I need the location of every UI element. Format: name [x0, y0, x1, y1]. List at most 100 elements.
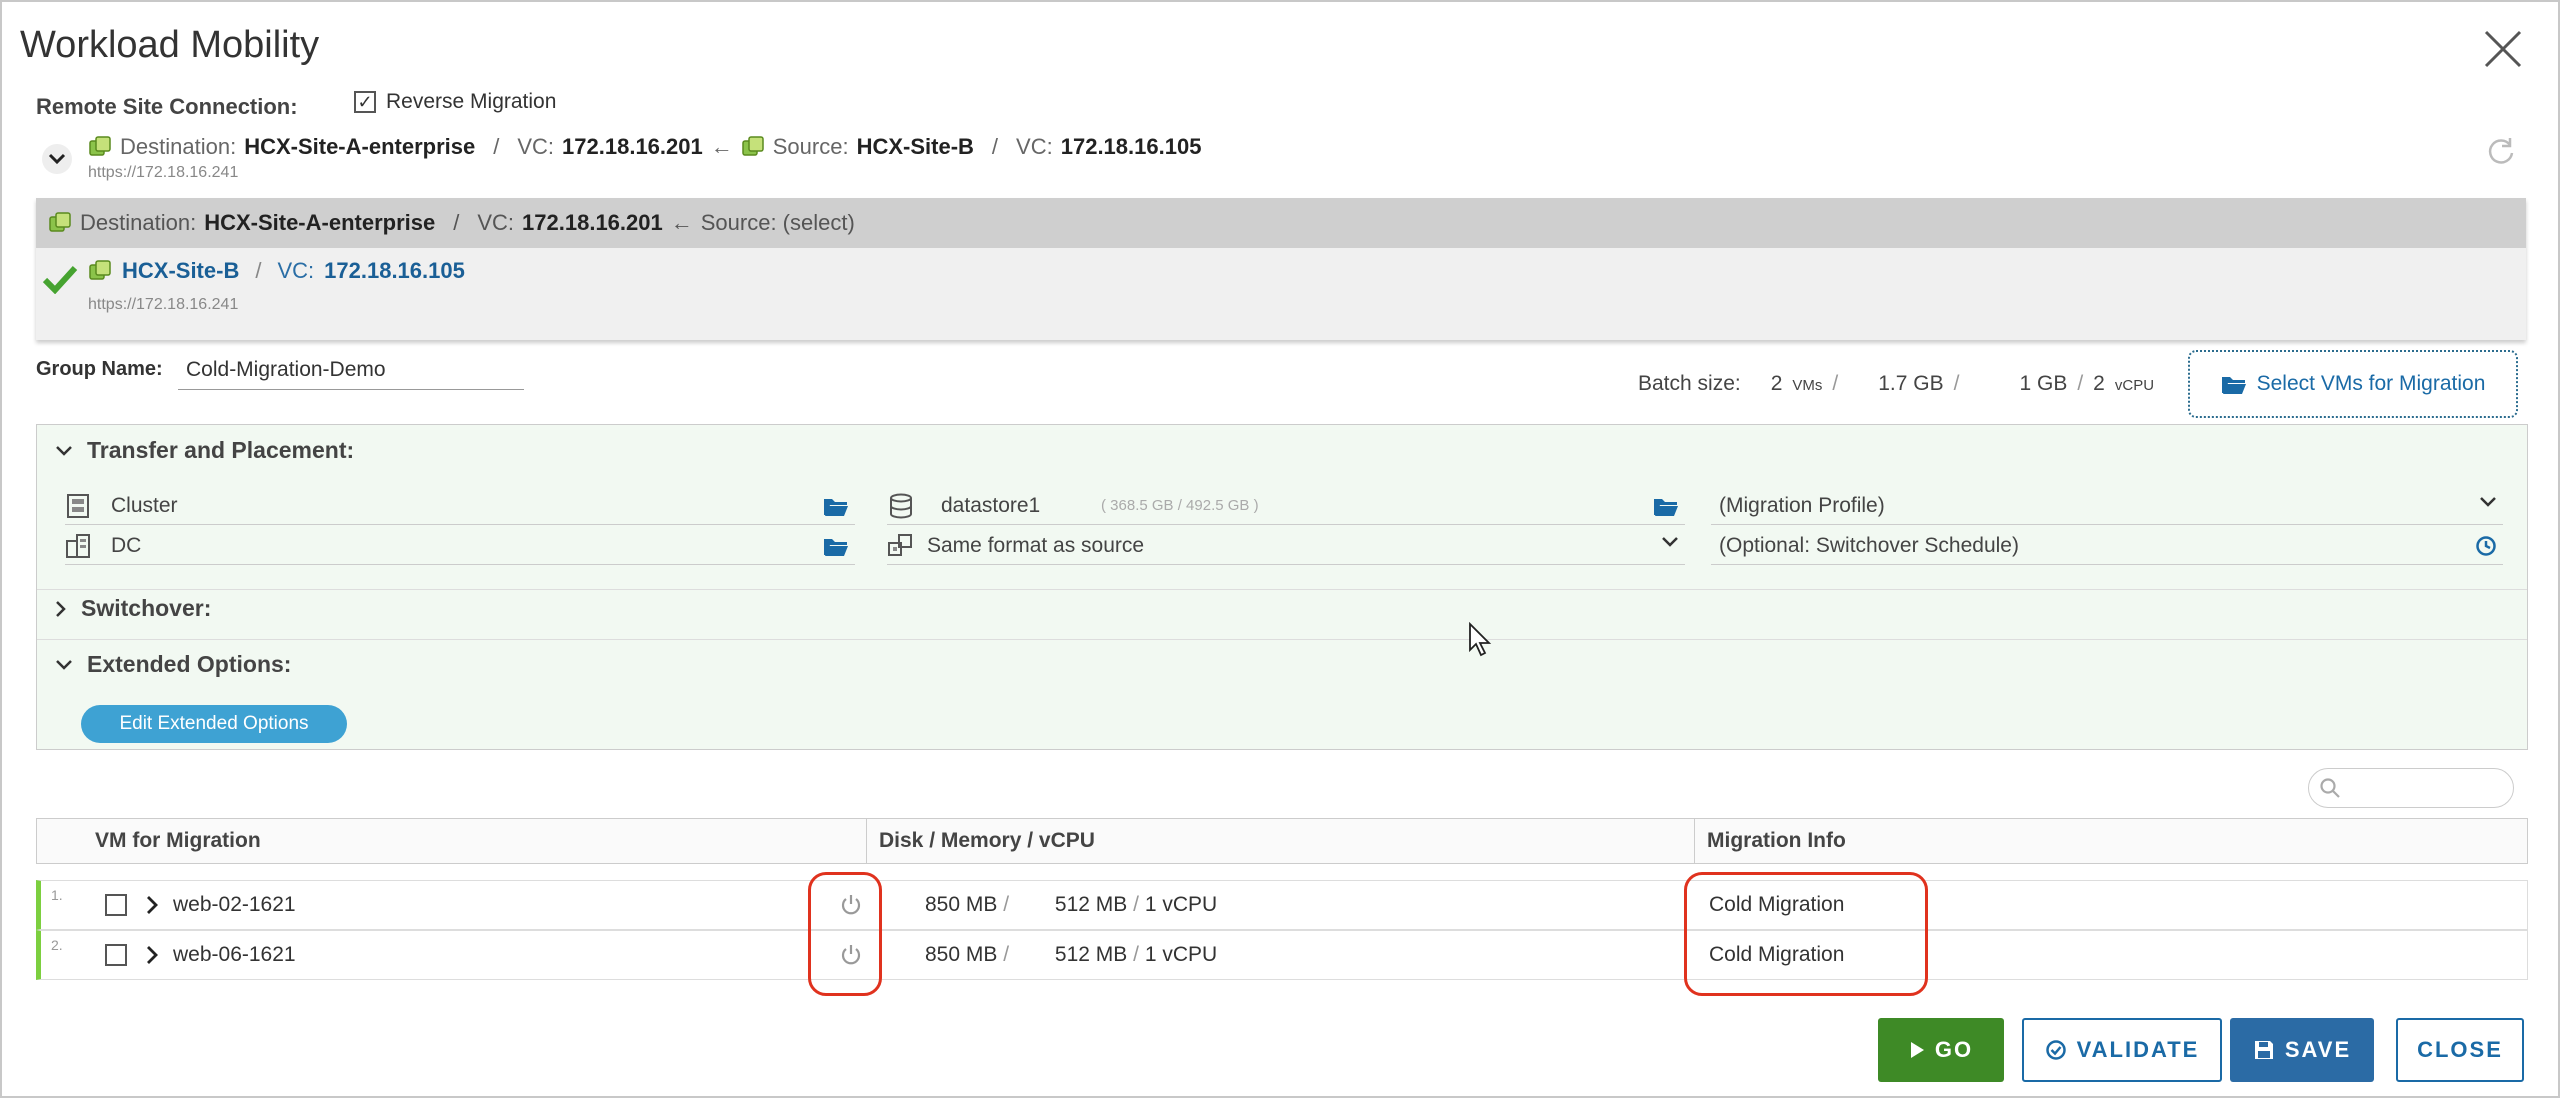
group-name-input[interactable] [178, 350, 524, 390]
item-url: https://172.18.16.241 [88, 296, 239, 313]
vcenter-icon [89, 136, 111, 156]
reverse-migration-label: Reverse Migration [386, 90, 557, 113]
mouse-cursor-icon [1469, 622, 1492, 657]
vc-label: VC: [517, 134, 555, 159]
chevron-right-icon[interactable] [145, 944, 159, 966]
close-icon[interactable] [2476, 22, 2530, 76]
batch-vms-unit: VMs [1792, 377, 1823, 394]
batch-disk: 1.7 GB [1878, 372, 1944, 395]
cluster-field[interactable]: Cluster [65, 487, 855, 525]
check-circle-icon [2045, 1040, 2066, 1060]
divider [37, 589, 2527, 590]
separator: / [1133, 943, 1139, 966]
separator: / [991, 134, 999, 159]
clock-icon[interactable] [2475, 535, 2497, 557]
vc-label: VC: [1016, 134, 1053, 159]
dc-value: DC [111, 533, 142, 557]
transfer-section-header[interactable]: Transfer and Placement: [55, 437, 354, 464]
dest-site: HCX-Site-A-enterprise [244, 134, 476, 159]
separator: / [493, 134, 500, 159]
dest-site: HCX-Site-A-enterprise [204, 210, 436, 235]
remote-connection-selector[interactable]: Destination: HCX-Site-A-enterprise / VC:… [36, 130, 2536, 190]
checkbox-checked-icon[interactable]: ✓ [354, 91, 376, 113]
chevron-down-icon[interactable] [42, 144, 72, 174]
dest-label: Destination: [80, 210, 197, 235]
batch-label: Batch size: [1638, 372, 1741, 395]
vcenter-icon [49, 212, 71, 232]
go-label: GO [1934, 1037, 1974, 1062]
vc-label: VC: [477, 210, 515, 235]
grid-spacer [36, 864, 2528, 880]
select-vms-label: Select VMs for Migration [2256, 372, 2486, 395]
profile-value: (Migration Profile) [1719, 493, 1885, 517]
floppy-disk-icon [2254, 1041, 2273, 1059]
source-site: HCX-Site-B [856, 134, 974, 159]
folder-open-icon [2221, 377, 2246, 394]
source-vc: 172.18.16.105 [1060, 134, 1202, 159]
vc-label: VC: [277, 258, 315, 283]
batch-vms: 2 [1770, 372, 1783, 395]
remote-site-label: Remote Site Connection: [36, 94, 298, 119]
table-row[interactable]: 1. web-02-1621 850 MB / 512 MB / 1 vCPU … [36, 880, 2528, 930]
column-header-vm[interactable]: VM for Migration [37, 819, 867, 863]
validate-label: VALIDATE [2076, 1037, 2200, 1062]
disk-format-icon [888, 534, 912, 556]
validate-button[interactable]: VALIDATE [2022, 1018, 2222, 1082]
select-vms-button[interactable]: Select VMs for Migration [2188, 350, 2518, 418]
batch-memory: 1 GB [2019, 372, 2068, 395]
row-checkbox[interactable] [105, 944, 127, 966]
group-name-label: Group Name: [36, 358, 163, 380]
separator: / [255, 258, 262, 283]
divider [37, 639, 2527, 640]
grid-search-input[interactable] [2308, 768, 2514, 808]
datastore-icon [890, 493, 912, 519]
column-header-resources[interactable]: Disk / Memory / vCPU [867, 819, 1695, 863]
play-icon [1910, 1042, 1924, 1058]
dialog-title: Workload Mobility [20, 24, 320, 66]
folder-open-icon[interactable] [823, 495, 849, 517]
save-label: SAVE [2284, 1037, 2352, 1062]
reverse-migration-checkbox[interactable]: ✓ Reverse Migration [354, 90, 556, 114]
switchover-section-header[interactable]: Switchover: [55, 595, 211, 622]
vm-disk: 850 MB [925, 943, 998, 966]
disk-format-select[interactable]: Same format as source [887, 527, 1685, 565]
batch-vcpu-unit: vCPU [2114, 377, 2155, 394]
migration-profile-select[interactable]: (Migration Profile) [1711, 487, 2503, 525]
grid-header: VM for Migration Disk / Memory / vCPU Mi… [36, 818, 2528, 864]
refresh-icon[interactable] [2486, 136, 2516, 166]
dropdown-item-hcx-site-b[interactable]: HCX-Site-B / VC: 172.18.16.105 https://1… [36, 248, 2526, 340]
format-value: Same format as source [927, 533, 1145, 557]
separator: / [1133, 893, 1139, 916]
folder-open-icon[interactable] [1653, 495, 1679, 517]
table-row[interactable]: 2. web-06-1621 850 MB / 512 MB / 1 vCPU … [36, 930, 2528, 980]
separator: / [1953, 372, 1960, 395]
switchover-schedule-field[interactable]: (Optional: Switchover Schedule) [1711, 527, 2503, 565]
edit-extended-options-button[interactable]: Edit Extended Options [81, 705, 347, 743]
connection-url: https://172.18.16.241 [88, 164, 239, 181]
datastore-field[interactable]: datastore1 ( 368.5 GB / 492.5 GB ) [887, 487, 1685, 525]
close-button[interactable]: CLOSE [2396, 1018, 2524, 1082]
vm-memory: 512 MB [1054, 893, 1128, 916]
chevron-down-icon [1662, 537, 1678, 547]
dropdown-header: Destination: HCX-Site-A-enterprise / VC:… [36, 198, 2526, 248]
go-button[interactable]: GO [1878, 1018, 2004, 1082]
source-label: Source: [772, 134, 849, 159]
separator: / [2077, 372, 2084, 395]
extended-section-header[interactable]: Extended Options: [55, 651, 291, 678]
vm-resources: 850 MB / 512 MB / 1 vCPU [925, 943, 1217, 967]
datacenter-field[interactable]: DC [65, 527, 855, 565]
separator: / [1003, 943, 1010, 966]
chevron-right-icon[interactable] [145, 894, 159, 916]
dest-vc: 172.18.16.201 [522, 210, 663, 235]
vm-vcpu: 1 vCPU [1144, 943, 1218, 966]
vcenter-icon [89, 260, 111, 280]
chevron-right-icon [56, 600, 66, 617]
datastore-size: ( 368.5 GB / 492.5 GB ) [1101, 497, 1259, 514]
row-checkbox[interactable] [105, 894, 127, 916]
workload-mobility-dialog: Workload Mobility Remote Site Connection… [0, 0, 2560, 1098]
dest-label: Destination: [120, 134, 237, 159]
column-header-migration-info[interactable]: Migration Info [1695, 819, 2527, 863]
dest-vc: 172.18.16.201 [562, 134, 703, 159]
save-button[interactable]: SAVE [2230, 1018, 2374, 1082]
folder-open-icon[interactable] [823, 535, 849, 557]
